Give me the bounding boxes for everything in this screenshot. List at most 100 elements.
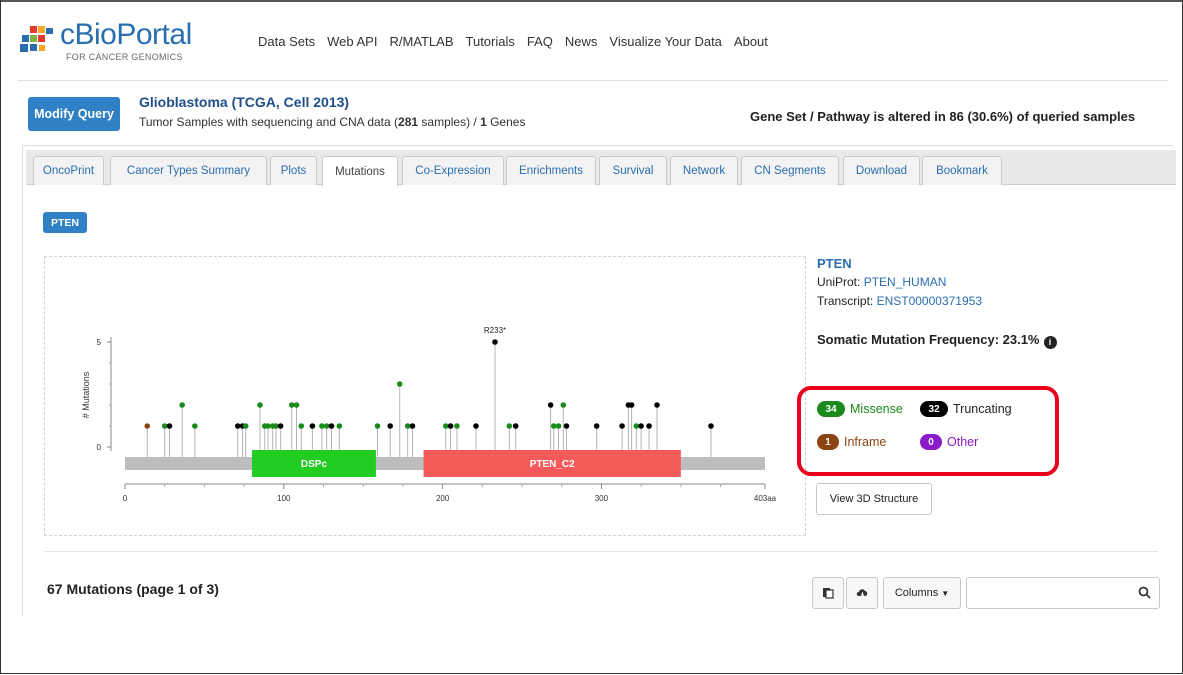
uniprot-link[interactable]: PTEN_HUMAN: [864, 275, 947, 289]
uniprot-label: UniProt:: [817, 275, 864, 289]
columns-label: Columns: [894, 587, 939, 599]
mutation-marker: [374, 423, 381, 429]
nav-tutorials[interactable]: Tutorials: [466, 34, 515, 49]
main-nav: Data Sets Web API R/MATLAB Tutorials FAQ…: [258, 34, 768, 49]
x-tick-label: 0: [123, 494, 128, 503]
missense-label: Missense: [850, 402, 903, 416]
legend-other[interactable]: 0 Other: [920, 434, 978, 450]
tab-network[interactable]: Network: [670, 156, 738, 185]
transcript-link[interactable]: ENST00000371953: [877, 294, 982, 308]
mutations-count-heading: 67 Mutations (page 1 of 3): [47, 581, 219, 597]
other-count-badge: 0: [920, 434, 942, 450]
study-sub-mid: samples) /: [418, 115, 481, 129]
mutation-annotation-label: R233*: [484, 326, 506, 335]
inframe-label: Inframe: [844, 435, 887, 449]
x-tick-label: 300: [595, 494, 609, 503]
mutation-type-highlight: [797, 386, 1059, 476]
mutation-marker: [387, 423, 394, 429]
cloud-download-icon: [856, 589, 867, 597]
tab-plots[interactable]: Plots: [270, 156, 317, 185]
section-divider: [44, 551, 1158, 552]
mutation-marker: [161, 423, 168, 429]
lollipop-plot: 0 5 # Mutations 0 100 200 300 403aa DSPc PTEN_C2…: [81, 326, 777, 503]
mutation-marker: [234, 423, 241, 429]
mutation-marker: [563, 423, 570, 429]
x-tick-label: 403aa: [754, 494, 777, 503]
mutation-marker: [277, 423, 284, 429]
mutation-marker: [473, 423, 479, 429]
study-title-link[interactable]: Glioblastoma (TCGA, Cell 2013): [139, 94, 349, 110]
nav-r-matlab[interactable]: R/MATLAB: [389, 34, 453, 49]
y-tick-label: 0: [97, 443, 102, 452]
mutation-marker: [442, 423, 449, 429]
tab-cancer-types-summary[interactable]: Cancer Types Summary: [110, 156, 267, 185]
mutation-marker: [550, 423, 557, 429]
somatic-frequency-text: Somatic Mutation Frequency: 23.1%: [817, 332, 1040, 347]
gene-count: 1: [480, 115, 487, 129]
study-subtitle: Tumor Samples with sequencing and CNA da…: [139, 115, 525, 129]
info-icon[interactable]: i: [1043, 336, 1057, 349]
mutation-marker: [447, 423, 454, 429]
mutation-marker: [409, 423, 416, 429]
study-sub-pre: Tumor Samples with sequencing and CNA da…: [139, 115, 399, 129]
nav-data-sets[interactable]: Data Sets: [258, 34, 315, 49]
somatic-frequency: Somatic Mutation Frequency: 23.1% i: [817, 332, 1057, 349]
view-3d-structure-button[interactable]: View 3D Structure: [816, 483, 932, 515]
mutation-marker: [242, 423, 249, 429]
gene-badge-pten[interactable]: PTEN: [43, 212, 87, 233]
tab-download[interactable]: Download: [843, 156, 920, 185]
mutation-marker: [512, 423, 519, 429]
mutation-marker: [265, 423, 271, 429]
tab-mutations[interactable]: Mutations: [322, 156, 398, 186]
inframe-count-badge: 1: [817, 434, 839, 450]
table-search-input[interactable]: [966, 577, 1160, 609]
copy-button[interactable]: [812, 577, 844, 609]
legend-missense[interactable]: 34 Missense: [817, 401, 903, 417]
brand-name[interactable]: cBioPortal: [60, 18, 192, 52]
x-tick-label: 100: [277, 494, 291, 503]
mutation-marker: [257, 402, 263, 408]
modify-query-button[interactable]: Modify Query: [28, 97, 120, 131]
nav-web-api[interactable]: Web API: [327, 34, 377, 49]
nav-about[interactable]: About: [734, 34, 768, 49]
tab-survival[interactable]: Survival: [599, 156, 667, 185]
mutation-marker: [144, 423, 151, 429]
legend-truncating[interactable]: 32 Truncating: [920, 401, 1012, 417]
mutation-marker: [404, 423, 411, 429]
transcript-label: Transcript:: [817, 294, 877, 308]
x-tick-label: 200: [436, 494, 450, 503]
gene-name-link[interactable]: PTEN: [817, 254, 982, 273]
nav-news[interactable]: News: [565, 34, 598, 49]
caret-down-icon: ▼: [941, 588, 950, 598]
mutation-marker: [179, 402, 185, 408]
search-icon: [1138, 586, 1151, 599]
tab-oncoprint[interactable]: OncoPrint: [33, 156, 104, 185]
tab-bookmark[interactable]: Bookmark: [922, 156, 1002, 185]
tab-enrichments[interactable]: Enrichments: [506, 156, 596, 185]
mutation-marker: [288, 402, 295, 408]
study-sub-post: Genes: [486, 115, 526, 129]
mutation-marker: [560, 402, 567, 408]
tab-cn-segments[interactable]: CN Segments: [741, 156, 839, 185]
mutation-marker: [492, 339, 498, 345]
mutation-marker: [328, 423, 335, 429]
mutation-marker: [654, 402, 660, 408]
cbioportal-logo-icon[interactable]: [20, 26, 54, 56]
columns-dropdown[interactable]: Columns ▼: [883, 577, 961, 609]
site-header: cBioPortal FOR CANCER GENOMICS Data Sets…: [18, 14, 1168, 81]
nav-faq[interactable]: FAQ: [527, 34, 553, 49]
lollipop-plot-container: 0 5 # Mutations 0 100 200 300 403aa DSPc PTEN_C2…: [44, 256, 806, 536]
mutation-marker: [506, 423, 513, 429]
download-button[interactable]: [846, 577, 878, 609]
truncating-count-badge: 32: [920, 401, 948, 417]
domain-label: DSPc: [301, 459, 328, 470]
mutation-marker: [309, 423, 316, 429]
nav-visualize-your-data[interactable]: Visualize Your Data: [609, 34, 722, 49]
mutation-marker: [633, 423, 640, 429]
clipboard-icon: [823, 588, 834, 599]
mutation-marker: [298, 423, 305, 429]
mutation-marker: [323, 423, 330, 429]
truncating-label: Truncating: [953, 402, 1012, 416]
tab-co-expression[interactable]: Co-Expression: [402, 156, 504, 185]
legend-inframe[interactable]: 1 Inframe: [817, 434, 886, 450]
